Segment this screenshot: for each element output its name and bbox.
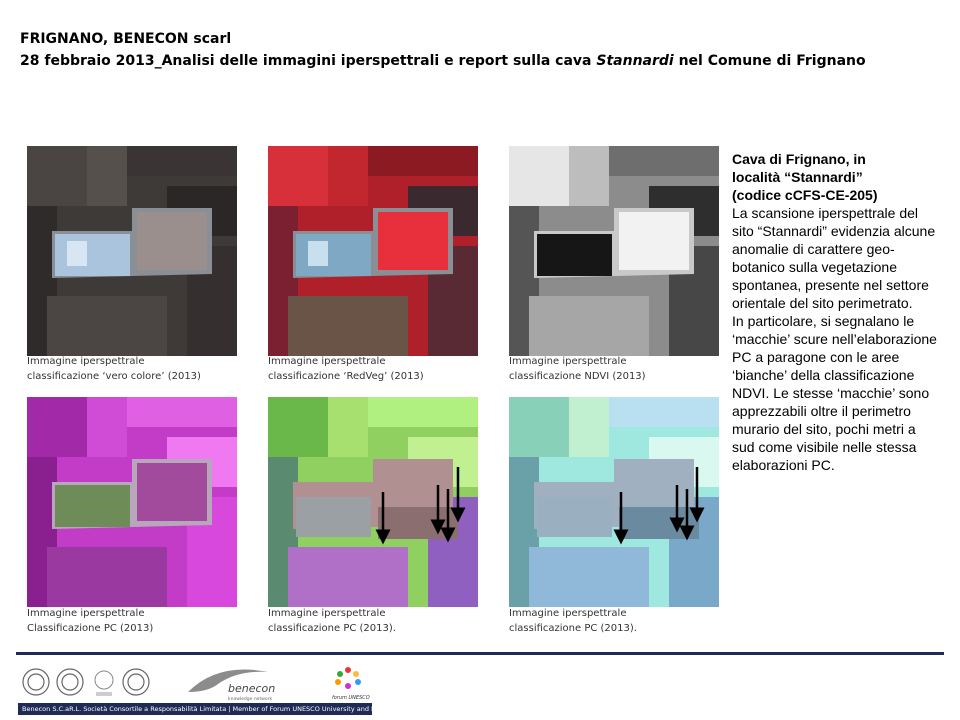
- caption-ndvi-1: Immagine iperspettrale: [509, 356, 627, 367]
- description-title-1: Cava di Frignano, in: [732, 151, 866, 167]
- header-line-2: 28 febbraio 2013_Analisi delle immagini …: [20, 50, 940, 72]
- caption-redveg: Immagine iperspettrale classificazione ‘…: [268, 354, 498, 384]
- caption-pc-1-line-1: Immagine iperspettrale: [27, 608, 145, 619]
- description-title-3: (codice cCFS-CE-205): [732, 187, 878, 203]
- caption-pc-3: Immagine iperspettrale classificazione P…: [509, 606, 739, 636]
- header-line-2-pre: 28 febbraio 2013_Analisi delle immagini …: [20, 53, 597, 69]
- seal-icon: [22, 668, 50, 696]
- footer-bar: Benecon S.C.aR.L. Società Consortile a R…: [18, 703, 372, 715]
- benecon-logo-subtext: knowledge network: [228, 696, 272, 702]
- caption-pc-3-line-1: Immagine iperspettrale: [509, 608, 627, 619]
- image-pc-1: [27, 397, 237, 607]
- caption-pc-3-line-2: classificazione PC (2013).: [509, 623, 637, 634]
- caption-redveg-2: classificazione ‘RedVeg’ (2013): [268, 371, 424, 382]
- footer-divider: [16, 652, 944, 655]
- header-line-1: FRIGNANO, BENECON scarl: [20, 31, 232, 47]
- caption-true-color-1: Immagine iperspettrale: [27, 356, 145, 367]
- seal-icon: [122, 668, 150, 696]
- caption-true-color-2: classificazione ‘vero colore’ (2013): [27, 371, 201, 382]
- footer-logos: benecon knowledge network forum UNESCO: [18, 662, 378, 702]
- benecon-logo-text: benecon: [228, 682, 275, 695]
- image-ndvi: [509, 146, 719, 356]
- seal-icon: [94, 670, 114, 696]
- unesco-logo-text: forum UNESCO: [332, 695, 370, 701]
- caption-pc-2: Immagine iperspettrale classificazione P…: [268, 606, 498, 636]
- unesco-logo-icon: [335, 667, 361, 689]
- caption-pc-2-line-1: Immagine iperspettrale: [268, 608, 386, 619]
- caption-ndvi-2: classificazione NDVI (2013): [509, 371, 646, 382]
- image-pc-2: [268, 397, 478, 607]
- description-paragraph-2: In particolare, si segnalano le ‘macchie…: [732, 313, 937, 473]
- caption-true-color: Immagine iperspettrale classificazione ‘…: [27, 354, 257, 384]
- caption-pc-1: Immagine iperspettrale Classificazione P…: [27, 606, 257, 636]
- image-redveg: [268, 146, 478, 356]
- image-pc-3: [509, 397, 719, 607]
- image-true-color: [27, 146, 237, 356]
- header-line-2-italic: Stannardi: [596, 53, 674, 69]
- caption-pc-2-line-2: classificazione PC (2013).: [268, 623, 396, 634]
- caption-pc-1-line-2: Classificazione PC (2013): [27, 623, 154, 634]
- caption-ndvi: Immagine iperspettrale classificazione N…: [509, 354, 739, 384]
- caption-redveg-1: Immagine iperspettrale: [268, 356, 386, 367]
- description-panel: Cava di Frignano, in località “Stannardi…: [732, 150, 942, 474]
- page-header: FRIGNANO, BENECON scarl 28 febbraio 2013…: [20, 28, 940, 72]
- description-title-2: località “Stannardi”: [732, 169, 863, 185]
- header-line-2-post: nel Comune di Frignano: [673, 53, 866, 69]
- seal-icon: [56, 668, 84, 696]
- description-paragraph-1: La scansione iperspettrale del sito “Sta…: [732, 205, 936, 311]
